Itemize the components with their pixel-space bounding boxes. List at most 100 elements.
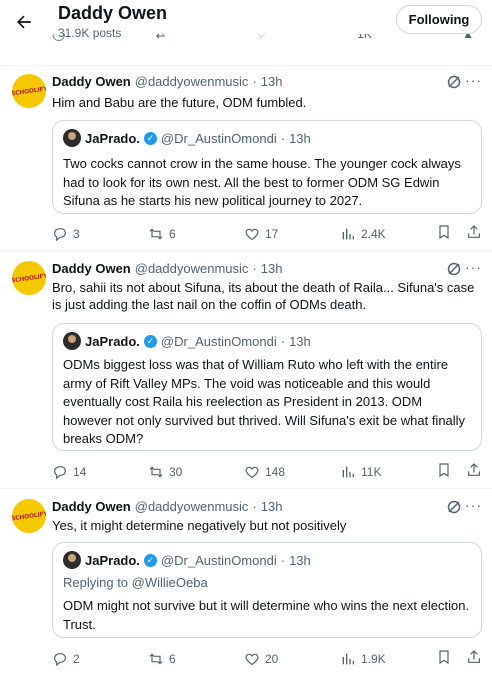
quote-author-handle: @Dr_AustinOmondi [160,333,277,349]
bookmark-icon[interactable] [436,462,452,481]
more-options-icon[interactable]: ··· [465,72,482,88]
repost-count: 6 [169,651,176,666]
tweet[interactable]: SCHOOLIFY Daddy Owen @daddyowenmusic · 1… [0,66,492,250]
views-button[interactable]: 11K [340,464,436,480]
repost-icon [149,652,163,665]
grok-icon[interactable] [446,261,462,280]
bookmark-icon[interactable]: ▲ [462,34,474,41]
quoted-tweet[interactable]: JaPrado. ✓ @Dr_AustinOmondi · 13h Two co… [52,120,482,214]
like-button[interactable]: 20 [244,651,340,667]
timestamp[interactable]: 13h [261,74,283,89]
heart-icon [245,653,259,665]
author-name[interactable]: Daddy Owen [52,74,131,89]
views-button[interactable]: 2.4K [340,226,436,242]
views-count: 11K [361,464,382,479]
tweet-header: Daddy Owen @daddyowenmusic · 13h [52,74,282,89]
quote-text: Two cocks cannot crow in the same house.… [63,156,461,208]
separator: · [280,552,286,568]
tweet[interactable]: SCHOOLIFY Daddy Owen @daddyowenmusic · 1… [0,489,492,675]
quote-text: ODMs biggest loss was that of William Ru… [63,357,466,446]
tweet-header: Daddy Owen @daddyowenmusic · 13h [52,261,282,276]
tweet[interactable]: SCHOOLIFY Daddy Owen @daddyowenmusic · 1… [0,251,492,488]
avatar[interactable]: SCHOOLIFY [12,499,46,533]
views-bar-chart-icon [342,228,354,239]
views-bar-chart-icon [342,653,354,664]
repost-icon[interactable]: ⇄ [156,34,166,41]
following-button[interactable]: Following [396,5,482,34]
like-button[interactable]: 17 [244,226,340,242]
quote-header: JaPrado. ✓ @Dr_AustinOmondi · 13h [63,332,311,350]
repost-button[interactable]: 6 [148,226,244,242]
more-options-icon[interactable]: ··· [465,259,482,275]
quote-author-name: JaPrado. [85,333,140,349]
like-button[interactable]: 148 [244,464,340,480]
profile-header: Daddy Owen 31.9K posts Following ◯ ⇄ ♡ 1… [0,0,492,53]
author-handle[interactable]: @daddyowenmusic [135,261,249,276]
separator: · [252,261,257,276]
reply-count: 2 [73,651,80,666]
like-count: 20 [265,651,279,666]
timestamp[interactable]: 13h [261,261,283,276]
avatar[interactable]: SCHOOLIFY [12,74,46,108]
reply-icon[interactable]: ◯ [52,34,65,41]
share-icon[interactable] [466,649,482,668]
tweet-text: Yes, it might determine negatively but n… [52,518,347,533]
tweet-actions: 14 30 148 11K [52,462,482,481]
reply-button[interactable]: 3 [52,226,148,242]
like-count: 148 [265,464,286,479]
views-count[interactable]: 1K [357,34,372,41]
quote-timestamp: 13h [289,333,311,349]
verified-badge-icon: ✓ [143,131,157,145]
share-icon[interactable] [466,462,482,481]
reply-icon [54,465,66,479]
repost-icon [149,227,163,240]
avatar-logo-text: SCHOOLIFY [12,271,46,285]
separator: · [280,333,286,349]
views-bar-chart-icon [342,466,354,477]
back-arrow-icon[interactable] [12,10,36,34]
replying-to[interactable]: Replying to @WillieOeba [63,575,208,590]
repost-button[interactable]: 6 [148,651,244,667]
repost-count: 6 [169,226,176,241]
quoted-tweet[interactable]: JaPrado. ✓ @Dr_AustinOmondi · 13h Replyi… [52,542,482,638]
tweet-actions: 3 6 17 2.4K [52,224,482,243]
avatar[interactable]: SCHOOLIFY [12,261,46,295]
quote-author-handle: @Dr_AustinOmondi [160,130,277,146]
heart-icon [245,466,259,478]
repost-button[interactable]: 30 [148,464,244,480]
quote-timestamp: 13h [289,552,311,568]
grok-icon[interactable] [446,499,462,518]
author-handle[interactable]: @daddyowenmusic [135,74,249,89]
tweet-header: Daddy Owen @daddyowenmusic · 13h [52,499,282,514]
author-name[interactable]: Daddy Owen [52,499,131,514]
bookmark-icon[interactable] [436,224,452,243]
like-count: 17 [265,226,279,241]
timestamp[interactable]: 13h [261,499,283,514]
quote-timestamp: 13h [289,130,311,146]
like-icon[interactable]: ♡ [256,34,267,41]
share-icon[interactable] [466,224,482,243]
quote-avatar [63,129,81,147]
author-name[interactable]: Daddy Owen [52,261,131,276]
repost-icon [149,465,163,478]
verified-badge-icon: ✓ [143,553,157,567]
heart-icon [245,228,259,240]
tweet-text: Bro, sahii its not about Sifuna, its abo… [52,280,475,312]
reply-button[interactable]: 14 [52,464,148,480]
quote-author-handle: @Dr_AustinOmondi [160,552,277,568]
tweet-text: Him and Babu are the future, ODM fumbled… [52,95,307,110]
quote-header: JaPrado. ✓ @Dr_AustinOmondi · 13h [63,551,311,569]
bookmark-icon[interactable] [436,649,452,668]
profile-name-title: Daddy Owen [58,3,168,23]
quote-avatar [63,332,81,350]
more-options-icon[interactable]: ··· [465,497,482,513]
quote-author-name: JaPrado. [85,552,140,568]
reply-count: 14 [73,464,87,479]
reply-count: 3 [73,226,80,241]
reply-button[interactable]: 2 [52,651,148,667]
separator: · [280,130,286,146]
author-handle[interactable]: @daddyowenmusic [135,499,249,514]
views-button[interactable]: 1.9K [340,651,436,667]
quoted-tweet[interactable]: JaPrado. ✓ @Dr_AustinOmondi · 13h ODMs b… [52,323,482,451]
grok-icon[interactable] [446,74,462,93]
